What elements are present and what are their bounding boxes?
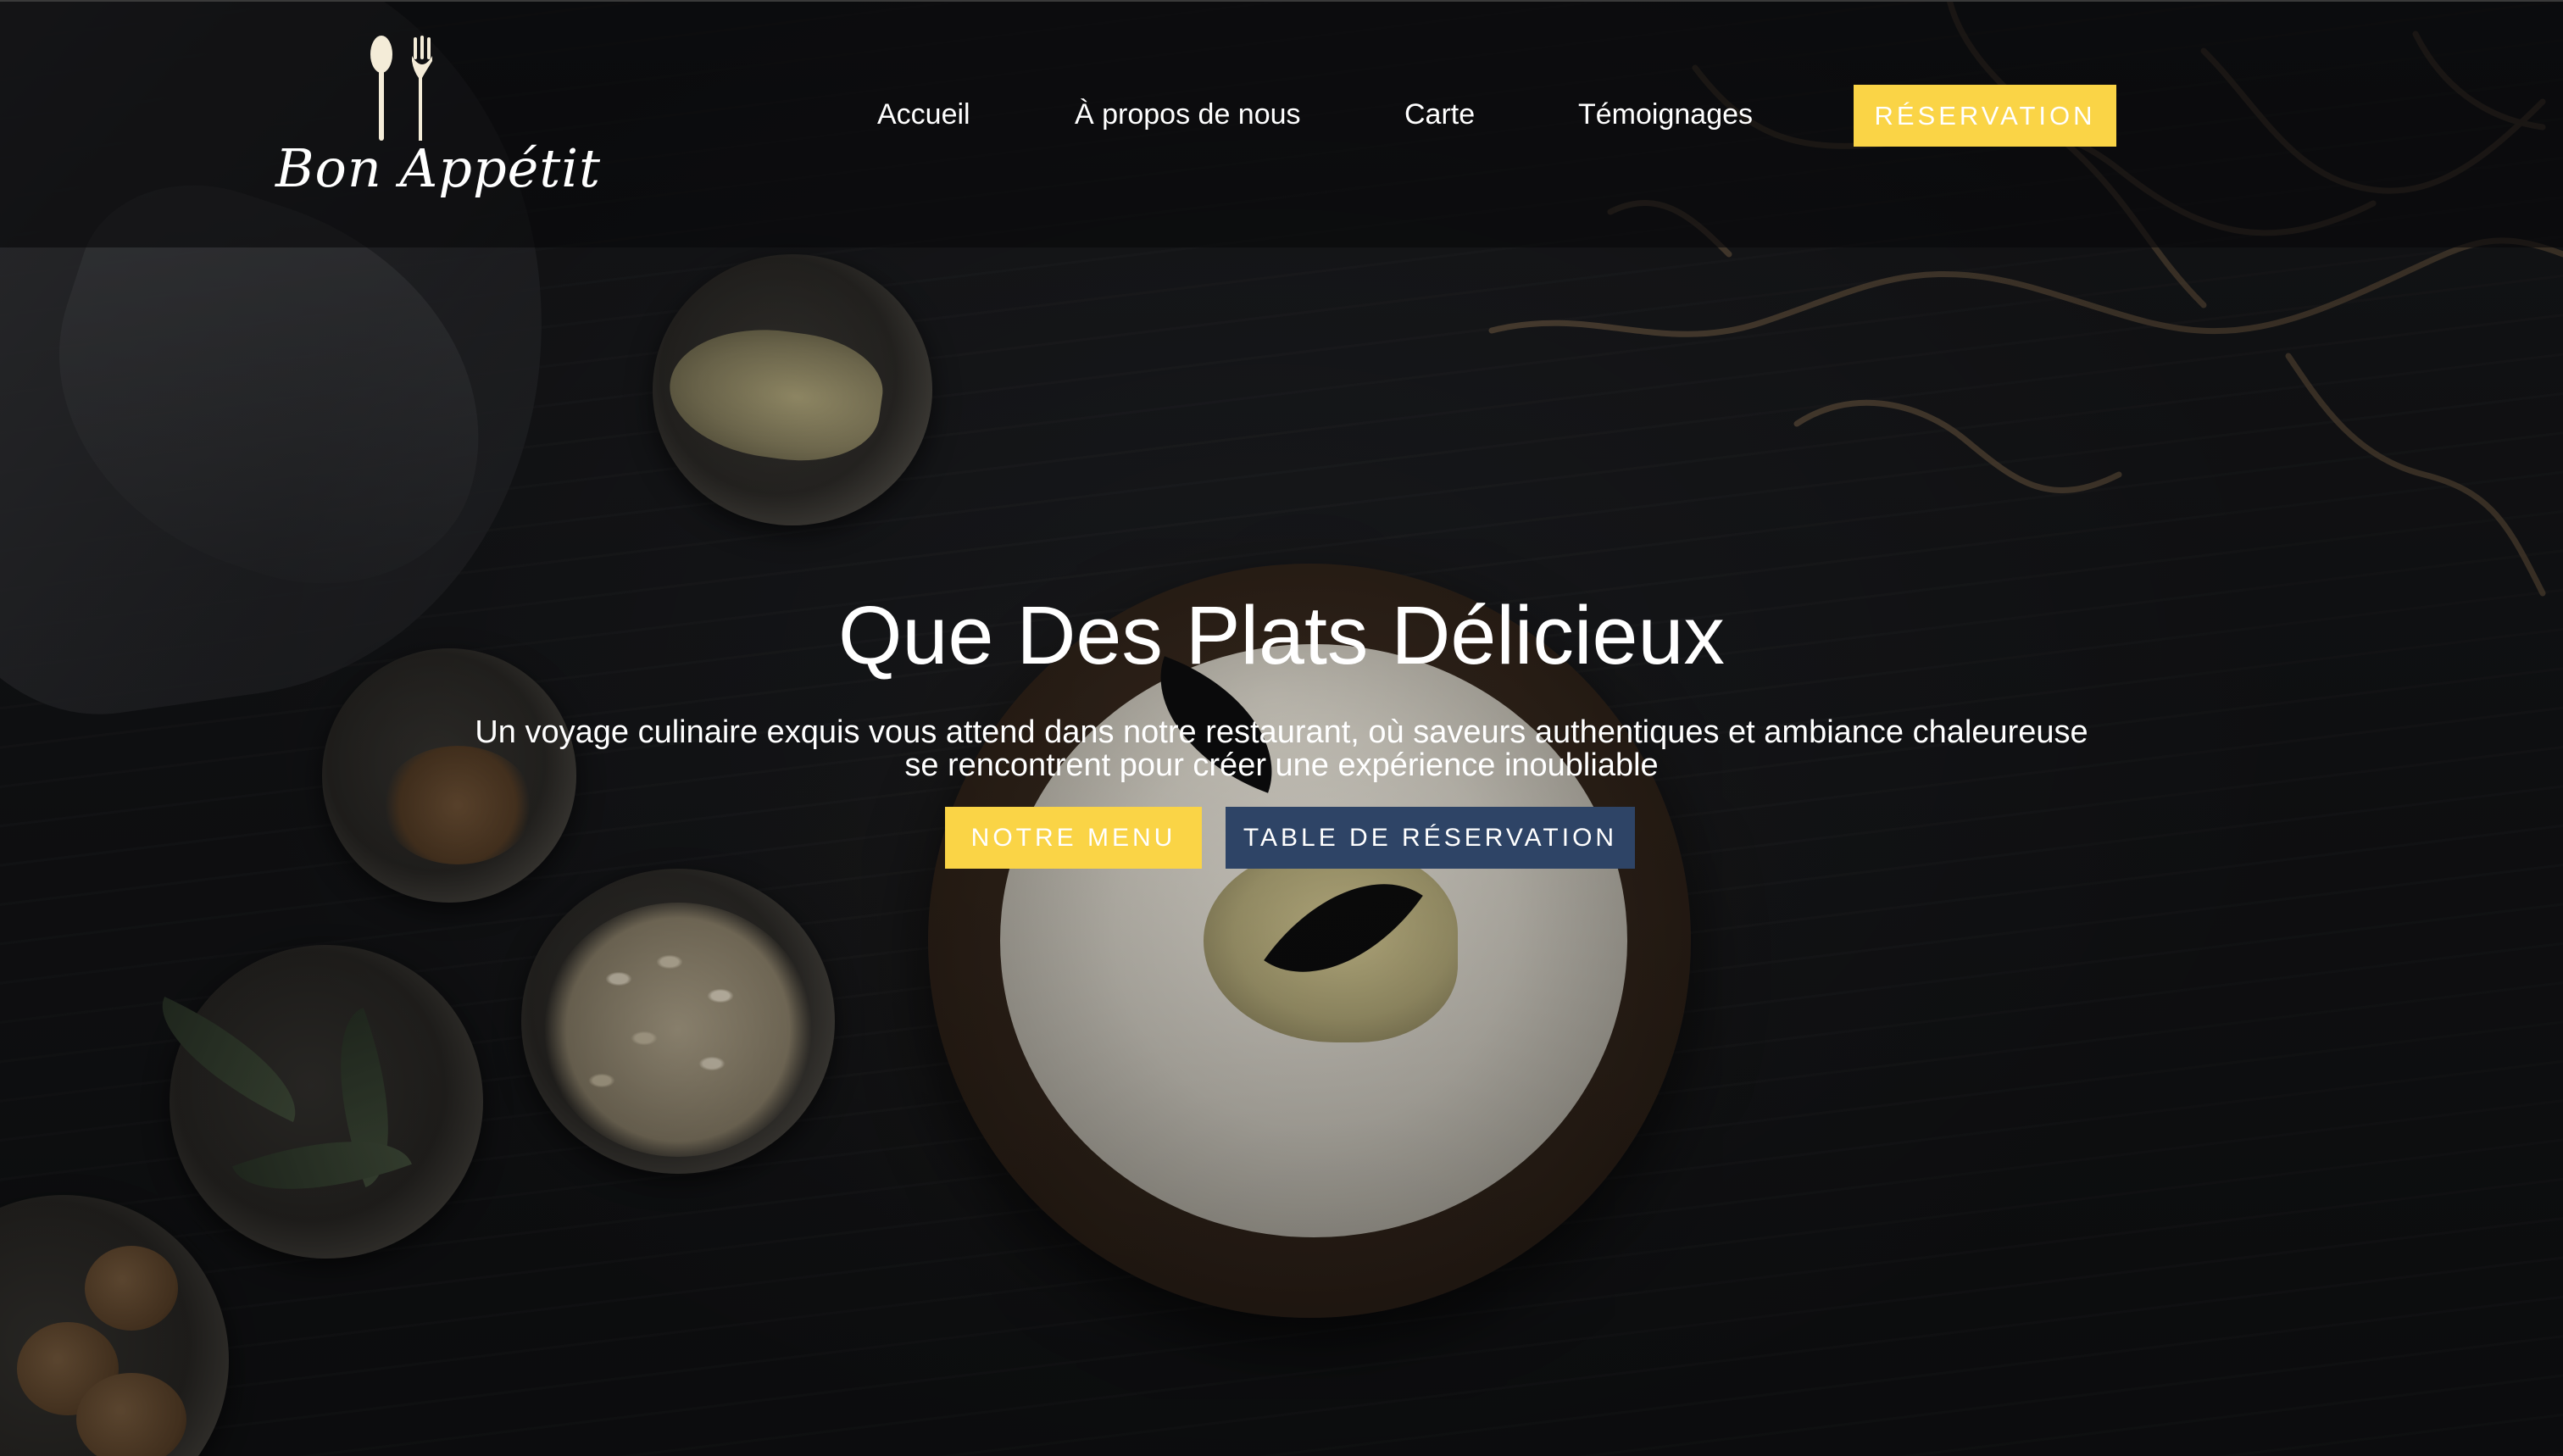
nav-link-a-propos[interactable]: À propos de nous (1075, 93, 1301, 136)
nav-link-accueil[interactable]: Accueil (877, 93, 970, 136)
our-menu-button[interactable]: NOTRE MENU (945, 807, 1202, 869)
spoon-fork-icon (370, 36, 432, 141)
nav-link-temoignages[interactable]: Témoignages (1578, 93, 1753, 136)
hero-subtitle-line-1: Un voyage culinaire exquis vous attend d… (475, 714, 2088, 750)
navbar: Bon Appétit Accueil À propos de nous Car… (0, 0, 2563, 247)
table-reservation-button[interactable]: TABLE DE RÉSERVATION (1226, 807, 1635, 869)
logo-wordmark: Bon Appétit (275, 137, 602, 199)
logo[interactable]: Bon Appétit (275, 34, 602, 212)
reservation-button[interactable]: RÉSERVATION (1854, 85, 2116, 147)
hero-subtitle-line-2: se rencontrent pour créer une expérience… (904, 747, 1659, 783)
hero-subtitle: Un voyage culinaire exquis vous attend d… (349, 716, 2214, 782)
hero-title: Que Des Plats Délicieux (838, 589, 1725, 681)
page: Bon Appétit Accueil À propos de nous Car… (0, 0, 2563, 1456)
nav-link-carte[interactable]: Carte (1404, 93, 1475, 136)
